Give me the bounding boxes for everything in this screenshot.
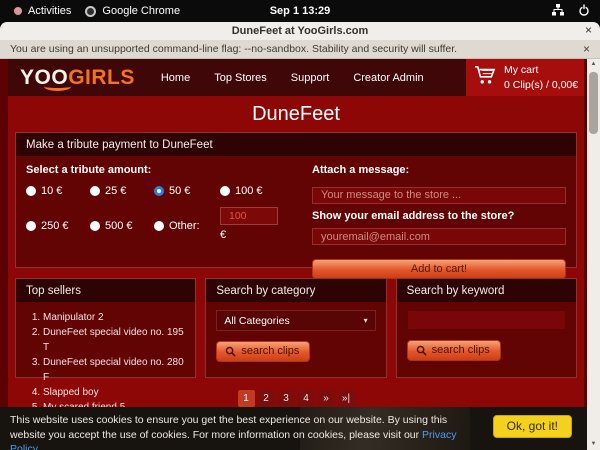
message-label: Attach a message: xyxy=(312,164,566,176)
cookie-consent-bar: This website uses cookies to ensure you … xyxy=(0,407,587,450)
window-title-bar[interactable]: DuneFeet at YooGirls.com × xyxy=(0,22,600,40)
keyword-input[interactable] xyxy=(407,310,566,330)
page-title: DuneFeet xyxy=(8,96,584,132)
page-scrollbar[interactable]: ▲ ▼ xyxy=(587,59,600,450)
window-title: DuneFeet at YooGirls.com xyxy=(232,25,369,37)
radio-selected-icon xyxy=(154,186,164,196)
radio-icon xyxy=(154,221,164,231)
amount-radio-50-selected[interactable]: 50 € xyxy=(154,185,220,197)
category-selected-option: All Categories xyxy=(224,315,289,327)
radio-icon xyxy=(26,186,36,196)
other-amount-input[interactable] xyxy=(220,207,278,225)
warning-bar: You are using an unsupported command-lin… xyxy=(0,40,600,59)
chevron-down-icon: ▾ xyxy=(364,316,368,325)
search-icon xyxy=(416,345,427,356)
nav-home[interactable]: Home xyxy=(161,72,190,84)
my-cart-button[interactable]: My cart 0 Clip(s) / 0,00€ xyxy=(466,59,584,96)
cookie-accept-button[interactable]: Ok, got it! xyxy=(493,415,572,438)
amount-label: Select a tribute amount: xyxy=(26,164,298,176)
search-clips-keyword-button[interactable]: search clips xyxy=(407,340,501,361)
page-container: YOOGIRLS Home Top Stores Support Creator… xyxy=(8,59,584,450)
top-sellers-panel: Top sellers Manipulator 2 DuneFeet speci… xyxy=(15,278,196,378)
category-select[interactable]: All Categories ▾ xyxy=(216,310,375,331)
nav-support[interactable]: Support xyxy=(291,72,330,84)
amount-radio-250[interactable]: 250 € xyxy=(26,210,90,241)
page-button-2[interactable]: 2 xyxy=(258,390,275,407)
page-button-4[interactable]: 4 xyxy=(298,390,315,407)
amount-radio-25[interactable]: 25 € xyxy=(90,185,154,197)
email-label: Show your email address to the store? xyxy=(312,210,566,222)
amount-radio-500[interactable]: 500 € xyxy=(90,210,154,241)
currency-label: € xyxy=(220,229,286,241)
search-category-header: Search by category xyxy=(206,279,385,302)
radio-icon xyxy=(220,186,230,196)
page-button-1[interactable]: 1 xyxy=(238,390,255,407)
message-input[interactable] xyxy=(312,187,566,204)
radio-icon xyxy=(90,221,100,231)
page-button-last[interactable]: »| xyxy=(338,390,355,407)
top-seller-item[interactable]: Manipulator 2 xyxy=(43,310,185,325)
tribute-amount-section: Select a tribute amount: 10 € 25 € 50 xyxy=(26,164,298,279)
site-header: YOOGIRLS Home Top Stores Support Creator… xyxy=(8,59,584,96)
window-close-icon[interactable]: × xyxy=(585,23,592,37)
email-input[interactable] xyxy=(312,228,566,245)
search-icon xyxy=(225,346,236,357)
search-keyword-panel: Search by keyword search clips xyxy=(396,278,577,378)
amount-radio-10[interactable]: 10 € xyxy=(26,185,90,197)
top-seller-item[interactable]: DuneFeet special video no. 280 F xyxy=(43,355,185,385)
amount-radio-other[interactable]: Other: xyxy=(154,210,220,241)
cart-summary: 0 Clip(s) / 0,00€ xyxy=(504,79,578,91)
logo-girls: GIRLS xyxy=(68,66,135,89)
logo-smile-icon xyxy=(44,82,71,91)
cart-icon xyxy=(474,65,496,90)
warning-close-icon[interactable]: × xyxy=(583,42,590,56)
browser-viewport: YOOGIRLS Home Top Stores Support Creator… xyxy=(0,59,600,450)
add-to-cart-button[interactable]: Add to cart! xyxy=(312,259,566,279)
network-icon[interactable] xyxy=(552,4,564,19)
cookie-message: This website uses cookies to ensure you … xyxy=(10,413,485,450)
tribute-panel: Make a tribute payment to DuneFeet Selec… xyxy=(15,132,577,268)
tribute-message-section: Attach a message: Show your email addres… xyxy=(298,164,566,279)
tribute-panel-header: Make a tribute payment to DuneFeet xyxy=(16,133,576,156)
search-category-panel: Search by category All Categories ▾ sear… xyxy=(205,278,386,378)
power-icon[interactable] xyxy=(578,4,590,19)
system-top-bar: Activities Google Chrome Sep 1 13:29 xyxy=(0,0,600,22)
scrollbar-thumb[interactable] xyxy=(589,72,598,134)
scroll-down-icon[interactable]: ▼ xyxy=(587,439,600,450)
page-button-next[interactable]: » xyxy=(318,390,335,407)
search-clips-category-button[interactable]: search clips xyxy=(216,341,310,362)
page-button-3[interactable]: 3 xyxy=(278,390,295,407)
main-nav: Home Top Stores Support Creator Admin xyxy=(161,72,424,84)
site-logo[interactable]: YOOGIRLS xyxy=(20,66,135,90)
system-clock[interactable]: Sep 1 13:29 xyxy=(0,5,600,17)
scroll-up-icon[interactable]: ▲ xyxy=(587,59,600,70)
radio-icon xyxy=(90,186,100,196)
nav-creator-admin[interactable]: Creator Admin xyxy=(353,72,423,84)
nav-top-stores[interactable]: Top Stores xyxy=(214,72,267,84)
search-keyword-header: Search by keyword xyxy=(397,279,576,302)
radio-icon xyxy=(26,221,36,231)
top-seller-item[interactable]: Slapped boy xyxy=(43,385,185,400)
cart-title: My cart xyxy=(504,64,538,76)
warning-text: You are using an unsupported command-lin… xyxy=(10,43,457,55)
amount-radio-100[interactable]: 100 € xyxy=(220,185,286,197)
top-sellers-header: Top sellers xyxy=(16,279,195,302)
top-seller-item[interactable]: DuneFeet special video no. 195 T xyxy=(43,325,185,355)
